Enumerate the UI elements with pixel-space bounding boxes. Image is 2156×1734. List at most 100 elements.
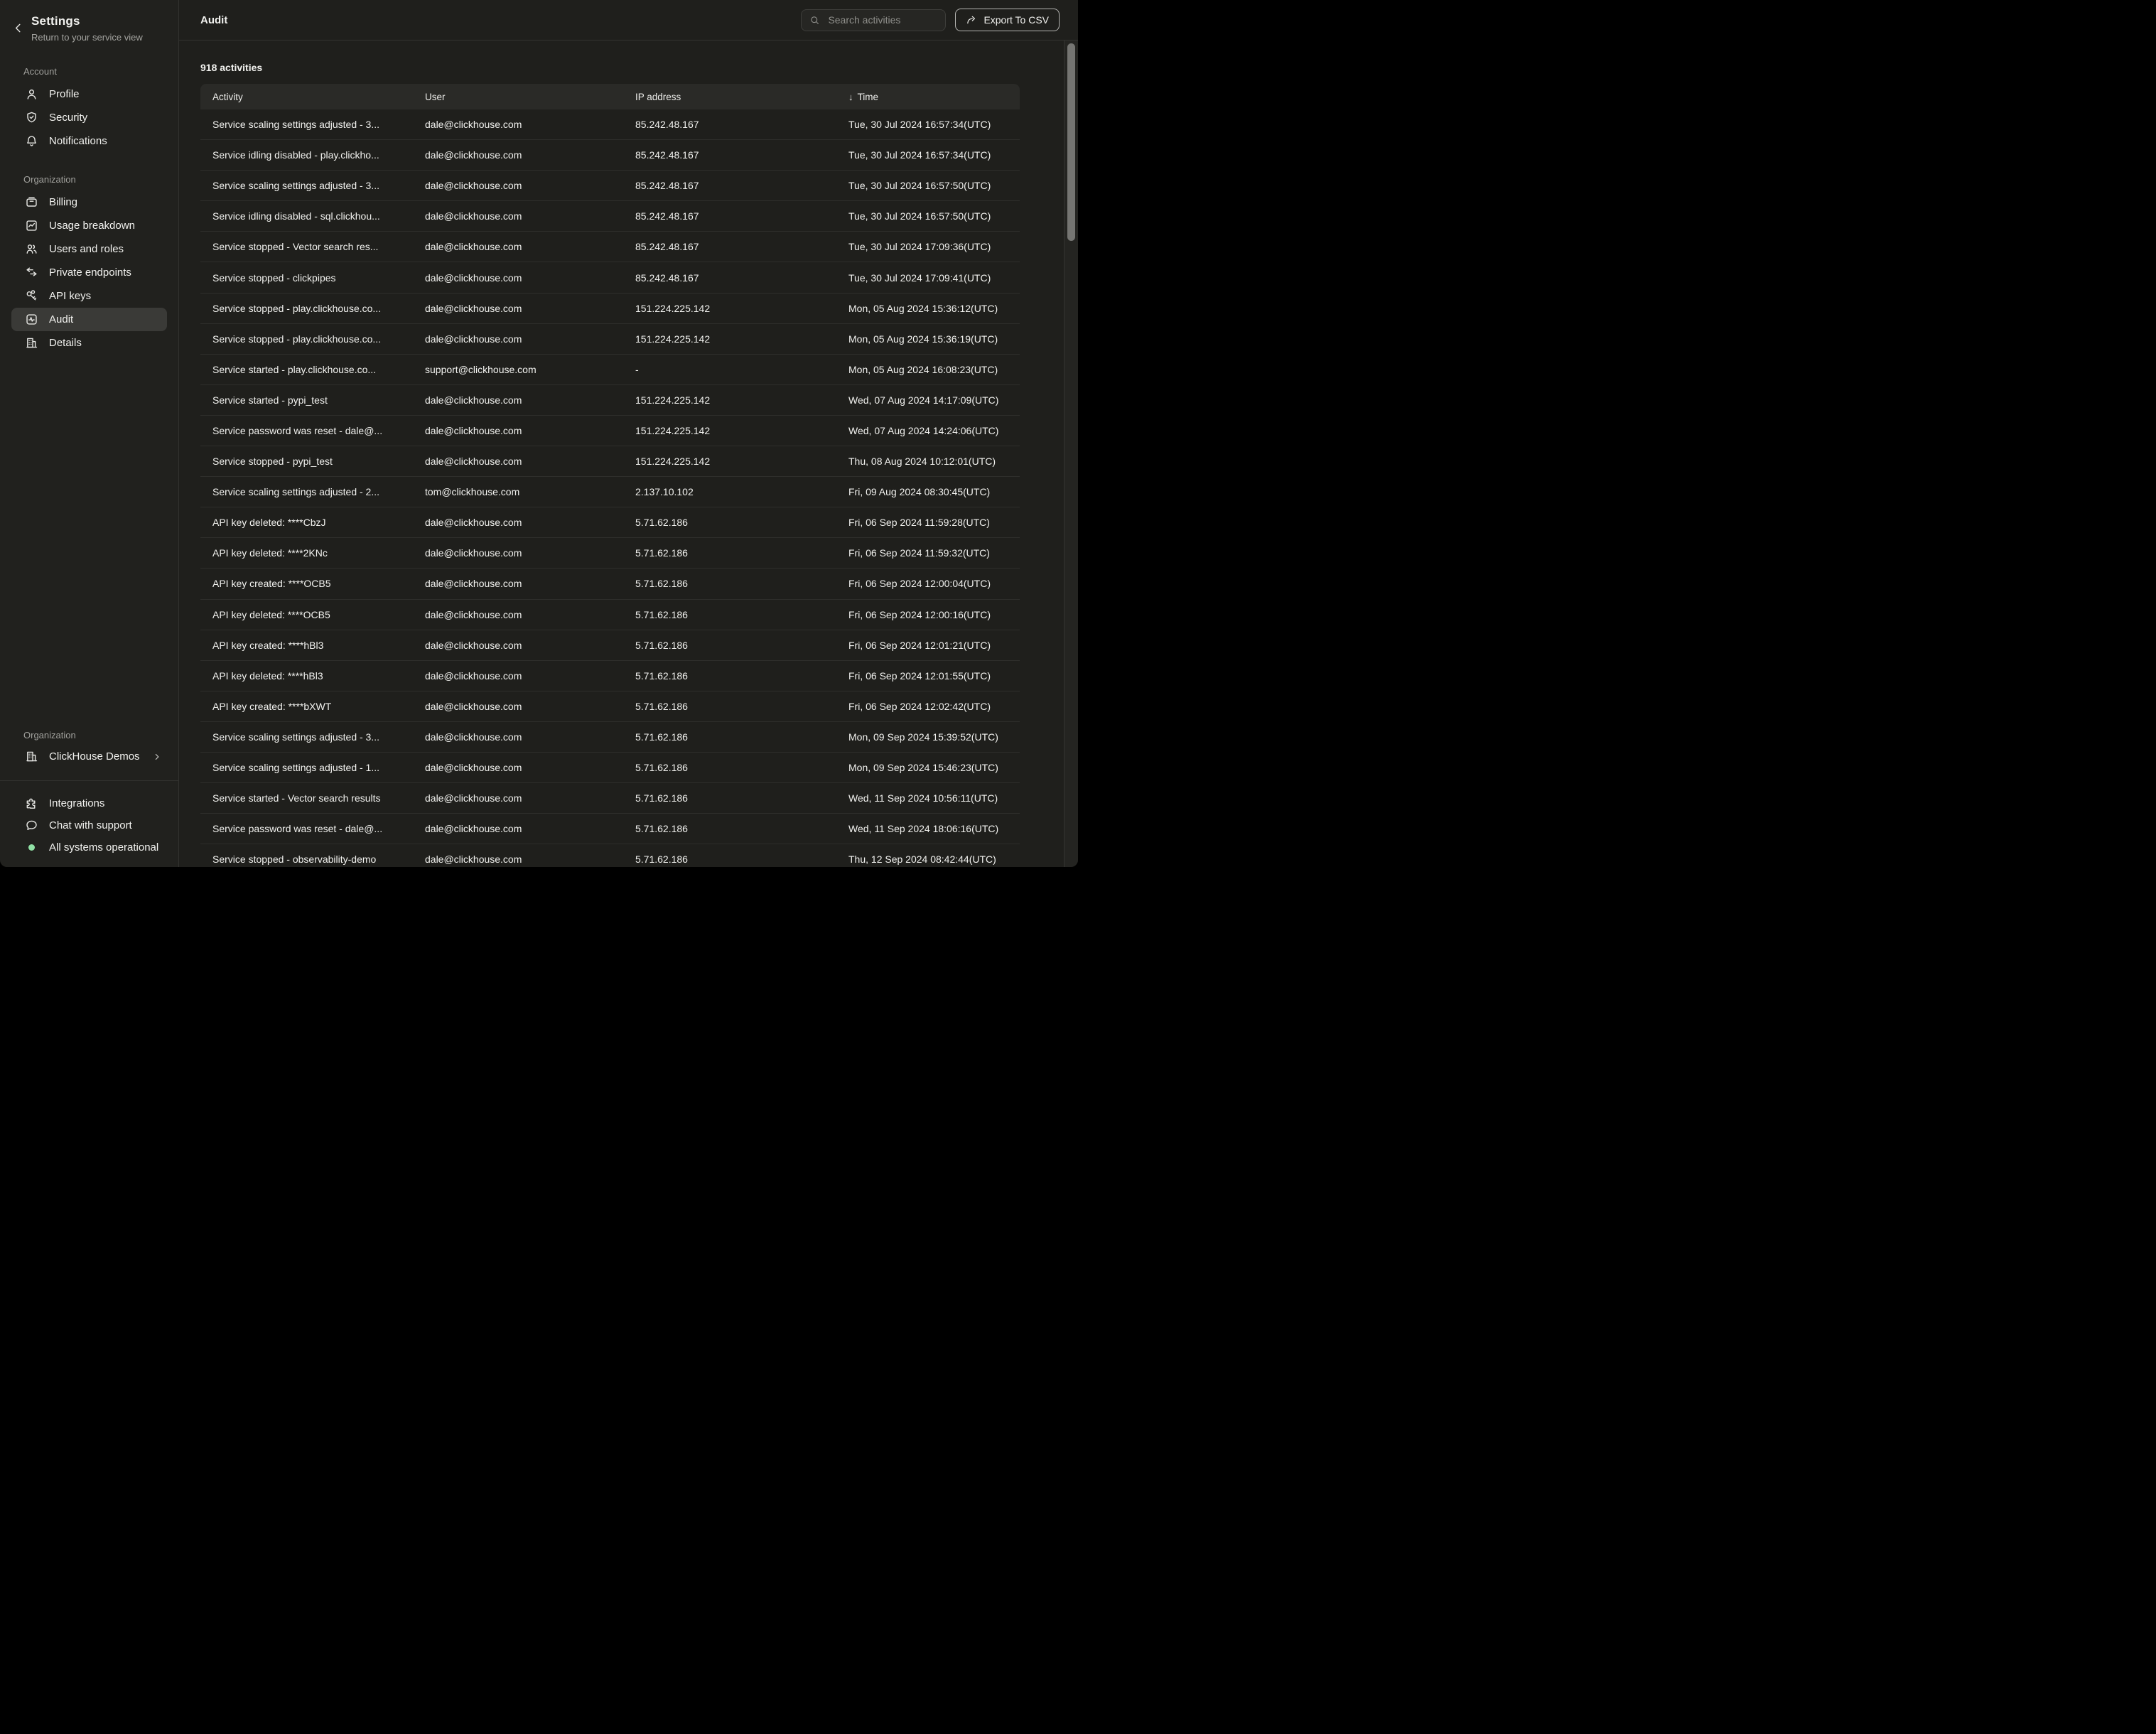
- cell-time: Fri, 06 Sep 2024 12:01:55(UTC): [848, 670, 1008, 682]
- sidebar-item[interactable]: Notifications: [11, 129, 167, 153]
- cell-time: Mon, 05 Aug 2024 15:36:19(UTC): [848, 333, 1008, 345]
- cell-user: dale@clickhouse.com: [425, 303, 635, 314]
- cell-activity: API key deleted: ****OCB5: [212, 609, 425, 620]
- sidebar-item[interactable]: API keys: [11, 284, 167, 308]
- cell-ip: 151.224.225.142: [635, 303, 848, 314]
- table-row: Service stopped - Vector search res... d…: [200, 232, 1020, 262]
- cell-time: Mon, 05 Aug 2024 15:36:12(UTC): [848, 303, 1008, 314]
- sidebar-item[interactable]: Audit: [11, 308, 167, 331]
- table-row: Service idling disabled - sql.clickhou..…: [200, 201, 1020, 232]
- cell-ip: 151.224.225.142: [635, 456, 848, 467]
- cell-activity: Service scaling settings adjusted - 3...: [212, 119, 425, 130]
- cell-time: Tue, 30 Jul 2024 16:57:34(UTC): [848, 119, 1008, 130]
- sidebar-subtitle[interactable]: Return to your service view: [31, 32, 143, 43]
- cell-activity: Service idling disabled - play.clickho..…: [212, 149, 425, 161]
- cell-activity: Service stopped - play.clickhouse.co...: [212, 333, 425, 345]
- cell-ip: 5.71.62.186: [635, 640, 848, 651]
- cell-activity: Service idling disabled - sql.clickhou..…: [212, 210, 425, 222]
- table-row: Service scaling settings adjusted - 3...…: [200, 171, 1020, 201]
- cell-time: Fri, 06 Sep 2024 12:01:21(UTC): [848, 640, 1008, 651]
- table-row: Service started - play.clickhouse.co... …: [200, 355, 1020, 385]
- sidebar-footer-label: Chat with support: [49, 819, 132, 831]
- table-row: Service scaling settings adjusted - 3...…: [200, 722, 1020, 753]
- chevron-left-icon: [11, 21, 25, 35]
- cell-user: dale@clickhouse.com: [425, 578, 635, 589]
- cell-activity: Service stopped - pypi_test: [212, 456, 425, 467]
- cell-time: Mon, 09 Sep 2024 15:46:23(UTC): [848, 762, 1008, 773]
- sidebar-item-label: Billing: [49, 196, 77, 208]
- cell-time: Wed, 11 Sep 2024 18:06:16(UTC): [848, 823, 1008, 834]
- table-row: Service scaling settings adjusted - 2...…: [200, 477, 1020, 507]
- organization-name: ClickHouse Demos: [49, 750, 140, 763]
- organization-switcher[interactable]: ClickHouse Demos: [11, 745, 167, 768]
- sidebar-item[interactable]: Private endpoints: [11, 261, 167, 284]
- table-row: Service scaling settings adjusted - 1...…: [200, 753, 1020, 783]
- cell-user: dale@clickhouse.com: [425, 425, 635, 436]
- back-button[interactable]: [10, 20, 26, 36]
- column-header-user[interactable]: User: [425, 92, 635, 102]
- cell-ip: 5.71.62.186: [635, 823, 848, 834]
- sidebar-footer-links: Integrations Chat with support: [0, 792, 178, 836]
- sidebar-footer-item[interactable]: Integrations: [11, 792, 167, 814]
- sidebar-item-label: Usage breakdown: [49, 220, 135, 232]
- cell-ip: -: [635, 364, 848, 375]
- account-nav-list: Profile Security Notifications: [0, 82, 178, 153]
- endpoints-icon: [25, 266, 38, 279]
- sidebar-item[interactable]: Security: [11, 106, 167, 129]
- cell-time: Wed, 07 Aug 2024 14:24:06(UTC): [848, 425, 1008, 436]
- cell-user: dale@clickhouse.com: [425, 119, 635, 130]
- audit-table: Activity User IP address ↓ Time: [200, 84, 1020, 867]
- table-row: API key created: ****bXWT dale@clickhous…: [200, 691, 1020, 722]
- sidebar-item-label: Notifications: [49, 135, 107, 147]
- column-header-activity[interactable]: Activity: [212, 92, 425, 102]
- cell-activity: Service stopped - clickpipes: [212, 272, 425, 284]
- cell-time: Mon, 09 Sep 2024 15:39:52(UTC): [848, 731, 1008, 743]
- cell-time: Thu, 08 Aug 2024 10:12:01(UTC): [848, 456, 1008, 467]
- table-row: API key created: ****hBl3 dale@clickhous…: [200, 630, 1020, 661]
- cell-user: tom@clickhouse.com: [425, 486, 635, 497]
- table-row: API key deleted: ****OCB5 dale@clickhous…: [200, 600, 1020, 630]
- sidebar-item[interactable]: Users and roles: [11, 237, 167, 261]
- sidebar-header: Settings Return to your service view: [0, 14, 178, 43]
- cell-time: Fri, 09 Aug 2024 08:30:45(UTC): [848, 486, 1008, 497]
- system-status[interactable]: All systems operational: [11, 836, 167, 858]
- scrollbar-track[interactable]: [1064, 41, 1078, 867]
- cell-user: dale@clickhouse.com: [425, 701, 635, 712]
- table-row: Service password was reset - dale@... da…: [200, 416, 1020, 446]
- status-dot-icon: [28, 844, 35, 851]
- table-row: Service stopped - pypi_test dale@clickho…: [200, 446, 1020, 477]
- shield-icon: [25, 111, 38, 124]
- cell-time: Thu, 12 Sep 2024 08:42:44(UTC): [848, 853, 1008, 865]
- cell-time: Tue, 30 Jul 2024 16:57:50(UTC): [848, 210, 1008, 222]
- export-csv-label: Export To CSV: [983, 14, 1049, 26]
- sidebar-item[interactable]: Profile: [11, 82, 167, 106]
- cell-ip: 85.242.48.167: [635, 210, 848, 222]
- sidebar-item[interactable]: Usage breakdown: [11, 214, 167, 237]
- sidebar-item[interactable]: Billing: [11, 190, 167, 214]
- scrollbar-thumb[interactable]: [1067, 43, 1075, 241]
- cell-ip: 5.71.62.186: [635, 701, 848, 712]
- main-area: Audit Export To CSV 918 activities Activ…: [179, 0, 1078, 867]
- sidebar-footer-item[interactable]: Chat with support: [11, 814, 167, 836]
- bell-icon: [25, 134, 38, 148]
- cell-user: dale@clickhouse.com: [425, 517, 635, 528]
- cell-user: dale@clickhouse.com: [425, 149, 635, 161]
- cell-time: Fri, 06 Sep 2024 12:00:16(UTC): [848, 609, 1008, 620]
- table-row: API key deleted: ****CbzJ dale@clickhous…: [200, 507, 1020, 538]
- cell-activity: Service stopped - play.clickhouse.co...: [212, 303, 425, 314]
- cell-time: Tue, 30 Jul 2024 16:57:34(UTC): [848, 149, 1008, 161]
- column-header-ip[interactable]: IP address: [635, 92, 848, 102]
- table-row: API key deleted: ****2KNc dale@clickhous…: [200, 538, 1020, 569]
- cell-activity: Service scaling settings adjusted - 3...: [212, 731, 425, 743]
- sidebar-item[interactable]: Details: [11, 331, 167, 355]
- cell-activity: Service scaling settings adjusted - 1...: [212, 762, 425, 773]
- search-box: [801, 9, 946, 31]
- search-input[interactable]: [826, 14, 937, 26]
- cell-ip: 5.71.62.186: [635, 517, 848, 528]
- puzzle-icon: [25, 797, 38, 810]
- cell-user: dale@clickhouse.com: [425, 210, 635, 222]
- export-csv-button[interactable]: Export To CSV: [955, 9, 1060, 31]
- cell-ip: 5.71.62.186: [635, 762, 848, 773]
- table-row: Service stopped - observability-demo dal…: [200, 844, 1020, 867]
- column-header-time[interactable]: ↓ Time: [848, 92, 1008, 102]
